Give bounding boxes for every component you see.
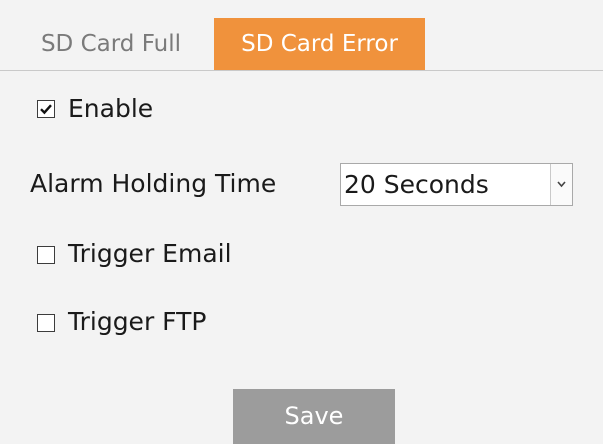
alarm-holding-time-label: Alarm Holding Time — [30, 169, 277, 198]
tab-sd-card-error[interactable]: SD Card Error — [214, 18, 425, 70]
trigger-ftp-label: Trigger FTP — [68, 307, 207, 336]
enable-checkbox[interactable] — [37, 100, 55, 118]
alarm-holding-time-value: 20 Seconds — [344, 170, 489, 199]
save-button[interactable]: Save — [233, 389, 395, 444]
trigger-email-checkbox[interactable] — [37, 246, 55, 264]
trigger-ftp-checkbox[interactable] — [37, 314, 55, 332]
checkmark-icon — [40, 104, 52, 115]
alarm-holding-time-select[interactable]: 20 Seconds — [340, 163, 573, 206]
tab-sd-card-full[interactable]: SD Card Full — [24, 18, 198, 70]
chevron-down-icon — [557, 181, 566, 188]
dropdown-arrow[interactable] — [550, 164, 572, 205]
trigger-email-label: Trigger Email — [68, 239, 232, 268]
sd-card-alarm-panel: SD Card Full SD Card Error Enable Alarm … — [0, 0, 603, 444]
tab-bar: SD Card Full SD Card Error — [0, 0, 603, 71]
enable-label: Enable — [68, 94, 154, 123]
